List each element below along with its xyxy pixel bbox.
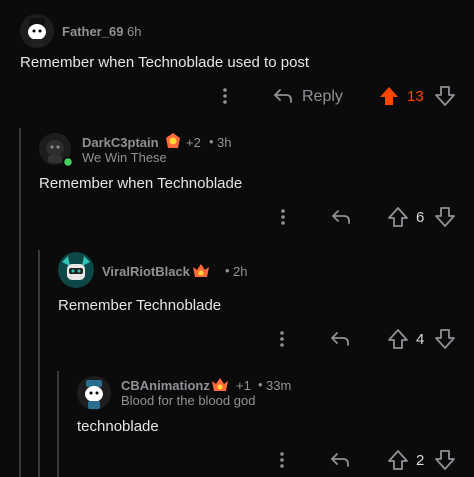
thread-line[interactable] bbox=[57, 371, 59, 477]
comment-timestamp: 3h bbox=[217, 135, 232, 150]
upvote-icon[interactable] bbox=[378, 85, 400, 107]
separator-dot: • bbox=[225, 263, 230, 278]
downvote-icon[interactable] bbox=[434, 328, 456, 350]
more-vertical-icon[interactable] bbox=[219, 86, 231, 106]
snoo-avatar-icon bbox=[77, 376, 111, 410]
award-icon bbox=[193, 264, 209, 277]
comment-body: Remember when Technoblade used to post bbox=[20, 54, 310, 71]
robot-avatar-icon bbox=[58, 252, 94, 288]
reply-arrow-icon[interactable] bbox=[330, 207, 352, 227]
more-vertical-icon[interactable] bbox=[277, 207, 289, 227]
reply-button[interactable]: Reply bbox=[302, 88, 343, 106]
upvote-icon[interactable] bbox=[387, 449, 409, 471]
more-vertical-icon[interactable] bbox=[276, 450, 288, 470]
avatar[interactable] bbox=[58, 252, 94, 288]
online-dot-icon bbox=[63, 157, 73, 167]
thread-line[interactable] bbox=[38, 250, 40, 477]
vote-count: 13 bbox=[407, 88, 424, 105]
snoo-avatar-icon bbox=[20, 14, 54, 48]
more-vertical-icon[interactable] bbox=[276, 329, 288, 349]
reply-arrow-icon[interactable] bbox=[329, 450, 351, 470]
comment-username[interactable]: ViralRiotBlack bbox=[102, 264, 190, 279]
comment-timestamp: 33m bbox=[266, 378, 292, 393]
avatar[interactable] bbox=[20, 14, 54, 48]
comment-timestamp: 2h bbox=[233, 264, 248, 279]
avatar[interactable] bbox=[77, 376, 111, 410]
reply-arrow-icon[interactable] bbox=[329, 329, 351, 349]
vote-count: 2 bbox=[416, 452, 425, 469]
award-count: +2 bbox=[186, 135, 201, 150]
upvote-icon[interactable] bbox=[387, 328, 409, 350]
award-icon bbox=[166, 133, 180, 148]
vote-count: 6 bbox=[416, 209, 425, 226]
separator-dot: • bbox=[258, 377, 263, 392]
separator-dot: • bbox=[209, 134, 214, 149]
comment-username[interactable]: DarkC3ptain bbox=[82, 135, 159, 150]
comment-username[interactable]: Father_69 bbox=[62, 24, 123, 39]
comment-body: Remember when Technoblade bbox=[39, 175, 243, 192]
downvote-icon[interactable] bbox=[434, 449, 456, 471]
award-icon bbox=[212, 378, 228, 391]
downvote-icon[interactable] bbox=[434, 206, 456, 228]
comment-body: technoblade bbox=[77, 418, 159, 435]
reply-arrow-icon[interactable] bbox=[272, 86, 294, 106]
comment-timestamp: 6h bbox=[127, 24, 142, 39]
user-flair: Blood for the blood god bbox=[121, 393, 256, 408]
upvote-icon[interactable] bbox=[387, 206, 409, 228]
user-flair: We Win These bbox=[82, 150, 167, 165]
thread-line[interactable] bbox=[19, 128, 21, 477]
award-count: +1 bbox=[236, 378, 251, 393]
comment-username[interactable]: CBAnimationz bbox=[121, 378, 210, 393]
vote-count: 4 bbox=[416, 331, 425, 348]
comment-body: Remember Technoblade bbox=[58, 297, 222, 314]
downvote-icon[interactable] bbox=[434, 85, 456, 107]
